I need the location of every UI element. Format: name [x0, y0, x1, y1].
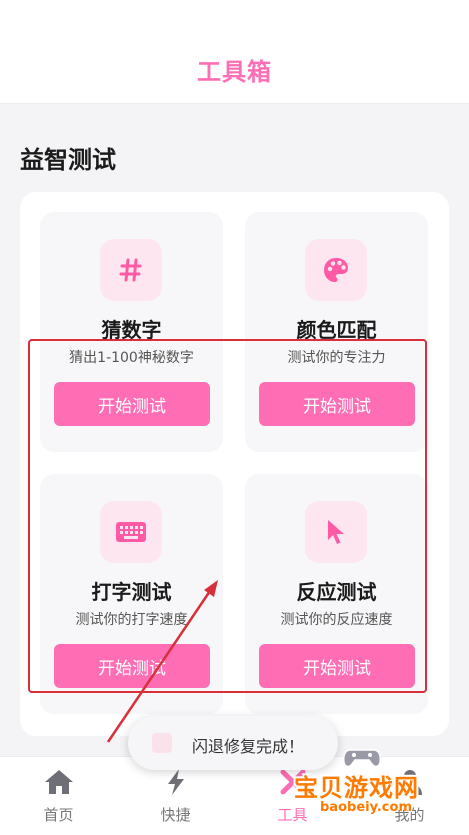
start-test-button[interactable]: 开始测试 [259, 644, 415, 688]
tab-mine[interactable]: 我的 [351, 757, 468, 835]
start-test-button[interactable]: 开始测试 [54, 644, 210, 688]
toast-notification: 闪退修复完成！ [128, 716, 338, 770]
test-panel: 猜数字 猜出1-100神秘数字 开始测试 颜色匹配 测试你的专注力 开始测试 打… [20, 192, 449, 736]
start-test-button[interactable]: 开始测试 [54, 382, 210, 426]
tab-home[interactable]: 首页 [0, 757, 117, 835]
tab-label: 快捷 [160, 806, 191, 824]
card-desc: 测试你的打字速度 [75, 612, 188, 628]
card-desc: 测试你的专注力 [287, 350, 386, 366]
app-header: 工具箱 [0, 0, 469, 104]
lightning-icon [168, 769, 184, 795]
keyboard-icon [100, 501, 162, 563]
tools-icon [280, 769, 306, 795]
card-title: 反应测试 [296, 580, 377, 604]
cursor-icon [305, 501, 367, 563]
card-title: 猜数字 [101, 318, 162, 342]
page-title: 工具箱 [197, 58, 272, 86]
tab-label: 工具 [277, 806, 308, 824]
card-desc: 测试你的反应速度 [280, 612, 393, 628]
card-guess-number[interactable]: 猜数字 猜出1-100神秘数字 开始测试 [40, 212, 223, 452]
toast-text: 闪退修复完成！ [192, 737, 305, 756]
card-title: 打字测试 [91, 580, 172, 604]
card-reaction-test[interactable]: 反应测试 测试你的反应速度 开始测试 [245, 474, 428, 714]
user-icon [398, 770, 422, 795]
home-icon [45, 770, 73, 794]
tab-label: 我的 [394, 806, 425, 824]
palette-icon [305, 239, 367, 301]
card-desc: 猜出1-100神秘数字 [69, 350, 194, 366]
section-title: 益智测试 [20, 146, 116, 174]
hash-icon [100, 239, 162, 301]
card-typing-test[interactable]: 打字测试 测试你的打字速度 开始测试 [40, 474, 223, 714]
tab-label: 首页 [43, 806, 74, 824]
app-icon [152, 733, 172, 753]
card-color-match[interactable]: 颜色匹配 测试你的专注力 开始测试 [245, 212, 428, 452]
start-test-button[interactable]: 开始测试 [259, 382, 415, 426]
card-title: 颜色匹配 [296, 318, 377, 342]
